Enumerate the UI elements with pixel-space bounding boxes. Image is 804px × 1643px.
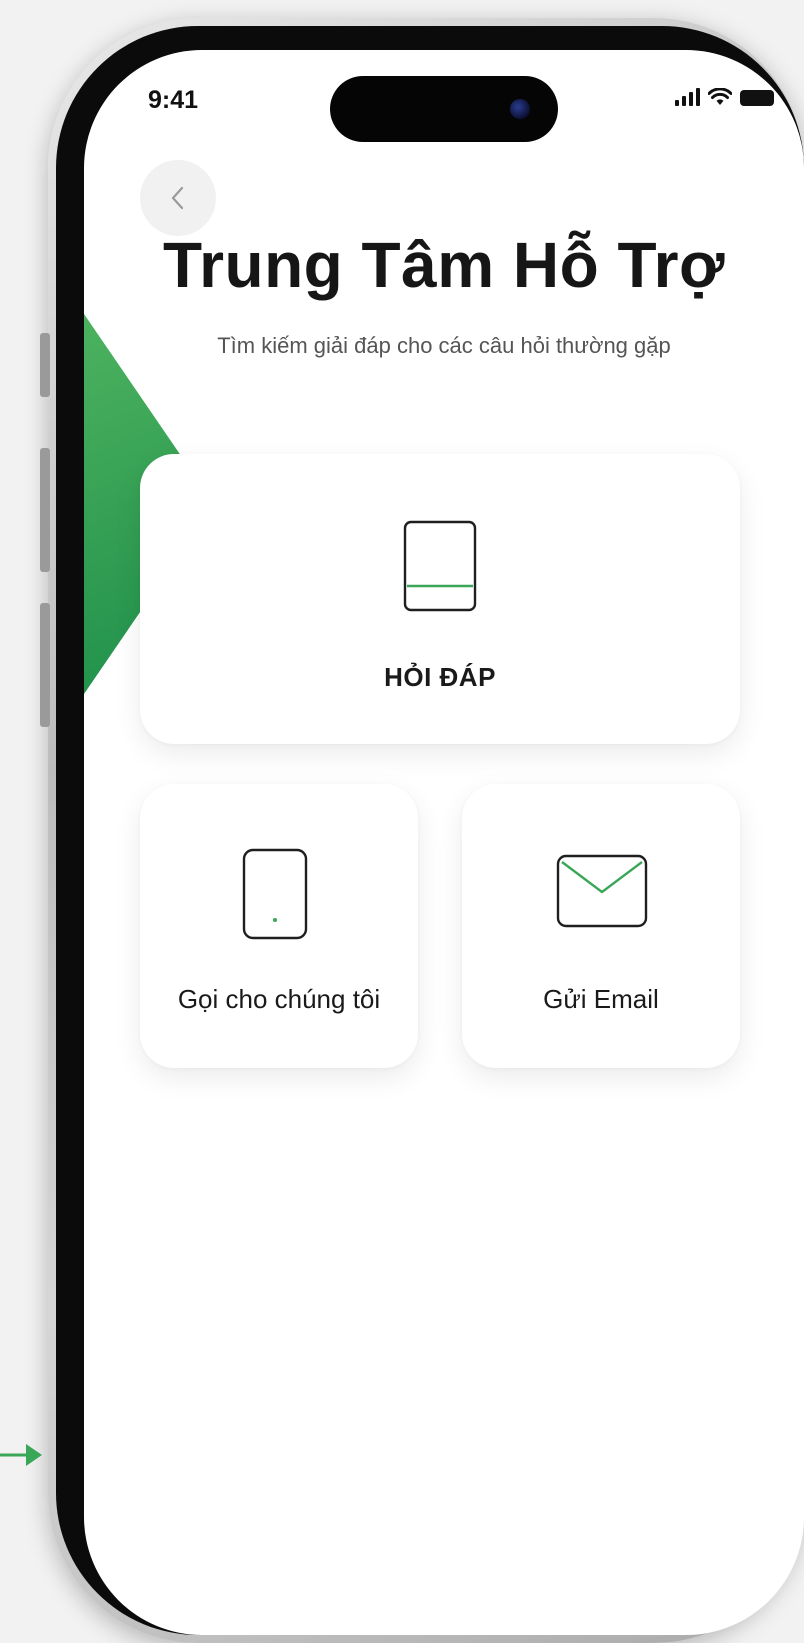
page-subtitle: Tìm kiếm giải đáp cho các câu hỏi thường… <box>217 333 671 358</box>
arrow-right-icon <box>0 1444 42 1466</box>
camera-icon <box>510 99 530 119</box>
mute-switch <box>40 333 50 397</box>
faq-card[interactable]: HỎI ĐÁP <box>140 454 740 744</box>
signal-icon <box>675 88 700 106</box>
faq-label: HỎI ĐÁP <box>384 662 496 692</box>
wifi-icon <box>708 88 732 105</box>
volume-down-button <box>40 603 50 727</box>
phone-icon <box>242 848 308 945</box>
phone-screen: 9:41 Trung Tâm Hỗ Trợ Tìm kiếm giải đáp … <box>84 50 804 1635</box>
dynamic-island <box>330 76 558 142</box>
call-card[interactable]: Gọi cho chúng tôi <box>140 784 418 1068</box>
battery-icon <box>740 90 774 106</box>
volume-up-button <box>40 448 50 572</box>
chevron-left-icon <box>171 186 184 210</box>
status-icons <box>675 88 774 106</box>
email-card[interactable]: Gửi Email <box>462 784 740 1068</box>
back-button[interactable] <box>140 160 216 236</box>
mail-icon <box>556 854 648 933</box>
status-time: 9:41 <box>148 86 199 114</box>
book-icon <box>403 520 477 617</box>
email-label: Gửi Email <box>543 984 659 1014</box>
status-bar: 9:41 <box>84 50 804 142</box>
call-label: Gọi cho chúng tôi <box>177 984 381 1014</box>
page-title: Trung Tâm Hỗ Trợ <box>163 229 725 301</box>
